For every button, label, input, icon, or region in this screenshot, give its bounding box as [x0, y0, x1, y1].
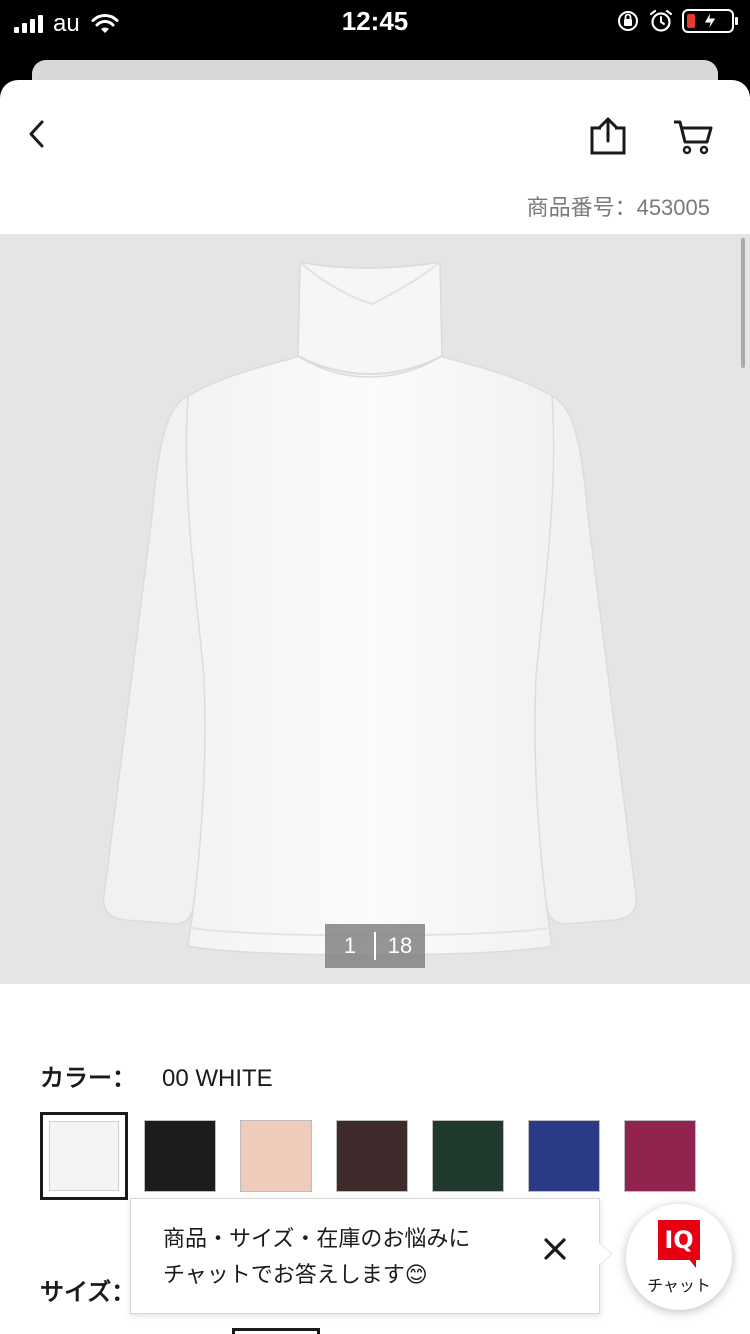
- color-swatch-black[interactable]: [144, 1120, 216, 1192]
- chat-prompt-text: 商品・サイズ・在庫のお悩みに チャットでお答えします😊: [163, 1221, 470, 1293]
- iq-chat-logo-tail: [688, 1258, 696, 1268]
- image-counter-current: 1: [343, 933, 357, 958]
- share-icon[interactable]: [588, 116, 628, 156]
- chat-button[interactable]: IQ チャット: [626, 1204, 732, 1310]
- image-counter-total: 18: [387, 933, 413, 958]
- product-detail-sheet: 商品番号：453005 1 18 カラー： 00 WHITE サイズ： 商品・サ…: [0, 80, 750, 1334]
- color-swatch-pink[interactable]: [240, 1120, 312, 1192]
- size-label: サイズ：: [40, 1279, 136, 1306]
- chat-button-label: チャット: [647, 1278, 711, 1295]
- color-swatch-dark-green[interactable]: [432, 1120, 504, 1192]
- battery-icon: [682, 9, 738, 33]
- color-swatch-white-fill: [49, 1121, 119, 1191]
- status-bar: au 12:45: [0, 0, 750, 44]
- gallery-scrollbar[interactable]: [741, 238, 745, 368]
- color-swatch-wine[interactable]: [624, 1120, 696, 1192]
- color-label: カラー：: [40, 1065, 136, 1092]
- product-image-gallery[interactable]: 1 18: [0, 234, 750, 984]
- alarm-icon: [649, 9, 673, 32]
- chat-prompt-popup: 商品・サイズ・在庫のお悩みに チャットでお答えします😊: [130, 1198, 600, 1314]
- back-chevron-icon[interactable]: [22, 116, 52, 152]
- color-selection-header: カラー： 00 WHITE: [40, 1058, 273, 1093]
- color-swatches: [40, 1112, 720, 1202]
- navigation-bar: [0, 80, 750, 190]
- cart-icon[interactable]: [672, 118, 714, 156]
- iq-chat-logo: IQ: [658, 1220, 700, 1260]
- chat-prompt-line-2: チャットでお答えします😊: [163, 1262, 428, 1287]
- color-swatch-dark-brown[interactable]: [336, 1120, 408, 1192]
- size-option-selected[interactable]: [232, 1328, 320, 1334]
- color-swatch-white[interactable]: [40, 1112, 128, 1200]
- image-counter: 1 18: [325, 924, 425, 968]
- charging-bolt-icon: [703, 10, 717, 32]
- color-swatch-blue[interactable]: [528, 1120, 600, 1192]
- product-image-turtleneck: [102, 261, 638, 956]
- product-number: 商品番号：453005: [526, 195, 710, 220]
- color-selected-value: 00 WHITE: [162, 1065, 273, 1092]
- chat-prompt-line-1: 商品・サイズ・在庫のお悩みに: [163, 1226, 471, 1251]
- orientation-lock-icon: [618, 11, 638, 31]
- close-icon[interactable]: [543, 1237, 567, 1261]
- status-right: [616, 8, 738, 34]
